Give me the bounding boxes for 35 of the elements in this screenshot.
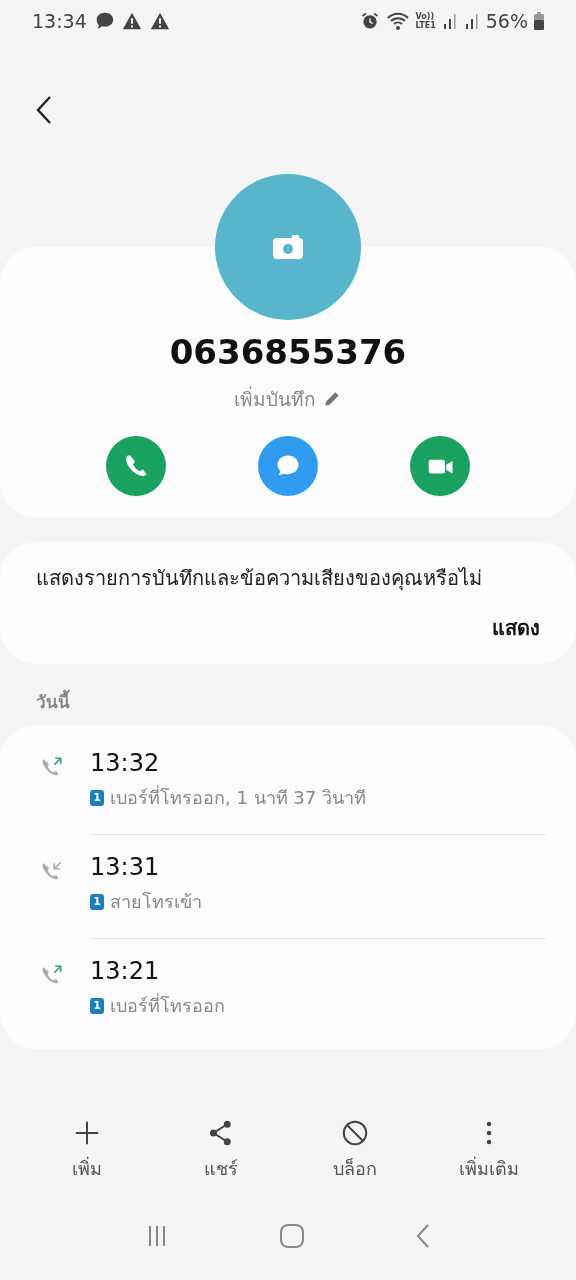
- sim-badge: 1: [90, 893, 104, 910]
- camera-icon: [272, 234, 304, 260]
- show-button[interactable]: แสดง: [492, 612, 540, 644]
- call-detail: เบอร์ที่โทรออก, 1 นาที 37 วินาที: [110, 784, 366, 810]
- call-button[interactable]: [106, 436, 166, 496]
- call-time[interactable]: 13:32: [90, 749, 546, 777]
- signal-icon: [441, 12, 458, 30]
- phone-number: 0636855376: [169, 332, 407, 372]
- call-detail: เบอร์ที่โทรออก: [110, 992, 225, 1018]
- block-icon: [340, 1118, 370, 1148]
- sim-badge: 1: [90, 789, 104, 806]
- status-time: 13:34: [32, 10, 87, 32]
- add-button[interactable]: เพิ่ม: [32, 1117, 142, 1184]
- message-button[interactable]: [258, 436, 318, 496]
- call-time[interactable]: 13:31: [90, 853, 546, 881]
- signal-icon: [463, 12, 480, 30]
- alarm-clock-icon: [359, 11, 380, 31]
- share-button[interactable]: แชร์: [166, 1117, 276, 1184]
- video-button[interactable]: [410, 436, 470, 496]
- section-header: วันนี้: [0, 688, 576, 725]
- more-icon: [486, 1121, 492, 1145]
- pencil-icon[interactable]: [322, 389, 342, 409]
- battery-percentage: 56%: [485, 10, 528, 32]
- add-note-label[interactable]: เพิ่มบันทึก: [234, 384, 316, 414]
- call-time[interactable]: 13:21: [90, 957, 546, 985]
- battery-icon: [534, 12, 544, 30]
- wifi-icon: [385, 11, 410, 31]
- call-detail: สายโทรเข้า: [110, 890, 202, 914]
- sim-badge: 1: [90, 997, 104, 1014]
- block-button[interactable]: บล็อก: [300, 1117, 410, 1184]
- more-button[interactable]: เพิ่มเติม: [434, 1117, 544, 1184]
- volte-label: Vo)) LTE1: [415, 12, 436, 30]
- home-button[interactable]: [279, 1223, 305, 1249]
- prompt-text: แสดงรายการบันทึกและข้อความเสียงของคุณหรือไม่: [36, 565, 483, 593]
- back-button[interactable]: [34, 94, 54, 126]
